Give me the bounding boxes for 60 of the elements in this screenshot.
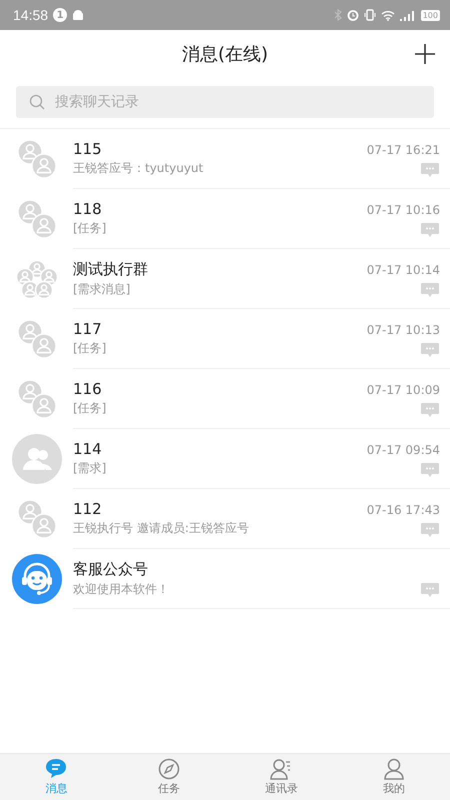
conversation-item[interactable]: 117 [任务] 07-17 10:13 [0, 309, 450, 369]
conversation-item[interactable]: 114 [需求] 07-17 09:54 [0, 429, 450, 489]
tab[interactable]: 我的 [338, 754, 450, 800]
message-preview: [任务] [73, 340, 108, 357]
compass-icon [158, 758, 180, 780]
chat-bubble-icon [420, 342, 440, 358]
message-preview: [任务] [73, 220, 108, 237]
vibrate-icon [364, 9, 376, 21]
conversation-name: 117 [73, 320, 103, 338]
conversation-item[interactable]: 116 [任务] 07-17 10:09 [0, 369, 450, 429]
message-time: 07-17 10:14 [366, 263, 440, 277]
chat-bubble-icon [420, 522, 440, 538]
chat-bubble-icon [420, 402, 440, 418]
message-preview: [需求] [73, 460, 108, 477]
message-time: 07-17 09:54 [366, 443, 440, 457]
search-icon [29, 94, 45, 110]
bluetooth-icon [334, 9, 342, 21]
contacts-icon [270, 758, 292, 780]
message-preview: 王锐执行号 邀请成员:王锐答应号 [73, 520, 250, 537]
person-avatar-icon [12, 434, 62, 484]
notification-badge: 1 [53, 8, 68, 22]
search-field[interactable]: 搜索聊天记录 [16, 86, 434, 118]
chat-bubble-icon [420, 162, 440, 178]
alarm-icon [346, 9, 359, 21]
conversation-name: 112 [73, 500, 103, 518]
clock-time: 14:58 [13, 7, 48, 23]
conversation-name: 118 [73, 200, 103, 218]
person-icon [382, 758, 405, 780]
message-preview: [需求消息] [73, 280, 132, 298]
conversation-item[interactable]: 118 [任务] 07-17 10:16 [0, 189, 450, 249]
wifi-icon [380, 10, 395, 20]
conversation-name: 测试执行群 [73, 260, 149, 278]
conversation-name: 116 [73, 380, 103, 398]
conversation-name: 115 [73, 140, 103, 158]
message-preview: [任务] [73, 400, 108, 417]
chat-bubble-icon [420, 582, 440, 598]
message-time: 07-17 10:09 [366, 383, 440, 397]
message-time: 07-17 16:21 [366, 143, 440, 157]
message-time: 07-17 10:13 [366, 323, 440, 337]
message-time: 07-17 10:16 [366, 203, 440, 217]
chat-bubble-icon [45, 758, 68, 780]
message-preview: 欢迎使用本软件！ [73, 580, 170, 598]
conversation-item[interactable]: 115 王锐答应号：tyutyuyut 07-17 16:21 [0, 129, 450, 189]
conversation-name: 客服公众号 [73, 560, 149, 578]
conversation-name: 114 [73, 440, 103, 458]
tab[interactable]: 任务 [112, 754, 225, 800]
tab[interactable]: 通讯录 [225, 754, 338, 800]
chat-bubble-icon [420, 462, 440, 478]
add-button[interactable] [414, 43, 436, 65]
chat-bubble-icon [420, 222, 440, 238]
headset-avatar-icon [12, 554, 62, 604]
chat-bubble-icon [420, 282, 440, 298]
message-time: 07-16 17:43 [366, 503, 440, 517]
message-preview: 王锐答应号：tyutyuyut [73, 160, 204, 177]
battery-level: 100 [420, 10, 440, 20]
conversation-item[interactable]: 112 王锐执行号 邀请成员:王锐答应号 07-16 17:43 [0, 489, 450, 549]
conversation-item[interactable]: 测试执行群 [需求消息] 07-17 10:14 [0, 249, 450, 309]
screen-title: 消息(在线) [182, 43, 268, 66]
conversation-item[interactable]: 客服公众号 欢迎使用本软件！ [0, 549, 450, 609]
signal-icon [400, 10, 416, 20]
